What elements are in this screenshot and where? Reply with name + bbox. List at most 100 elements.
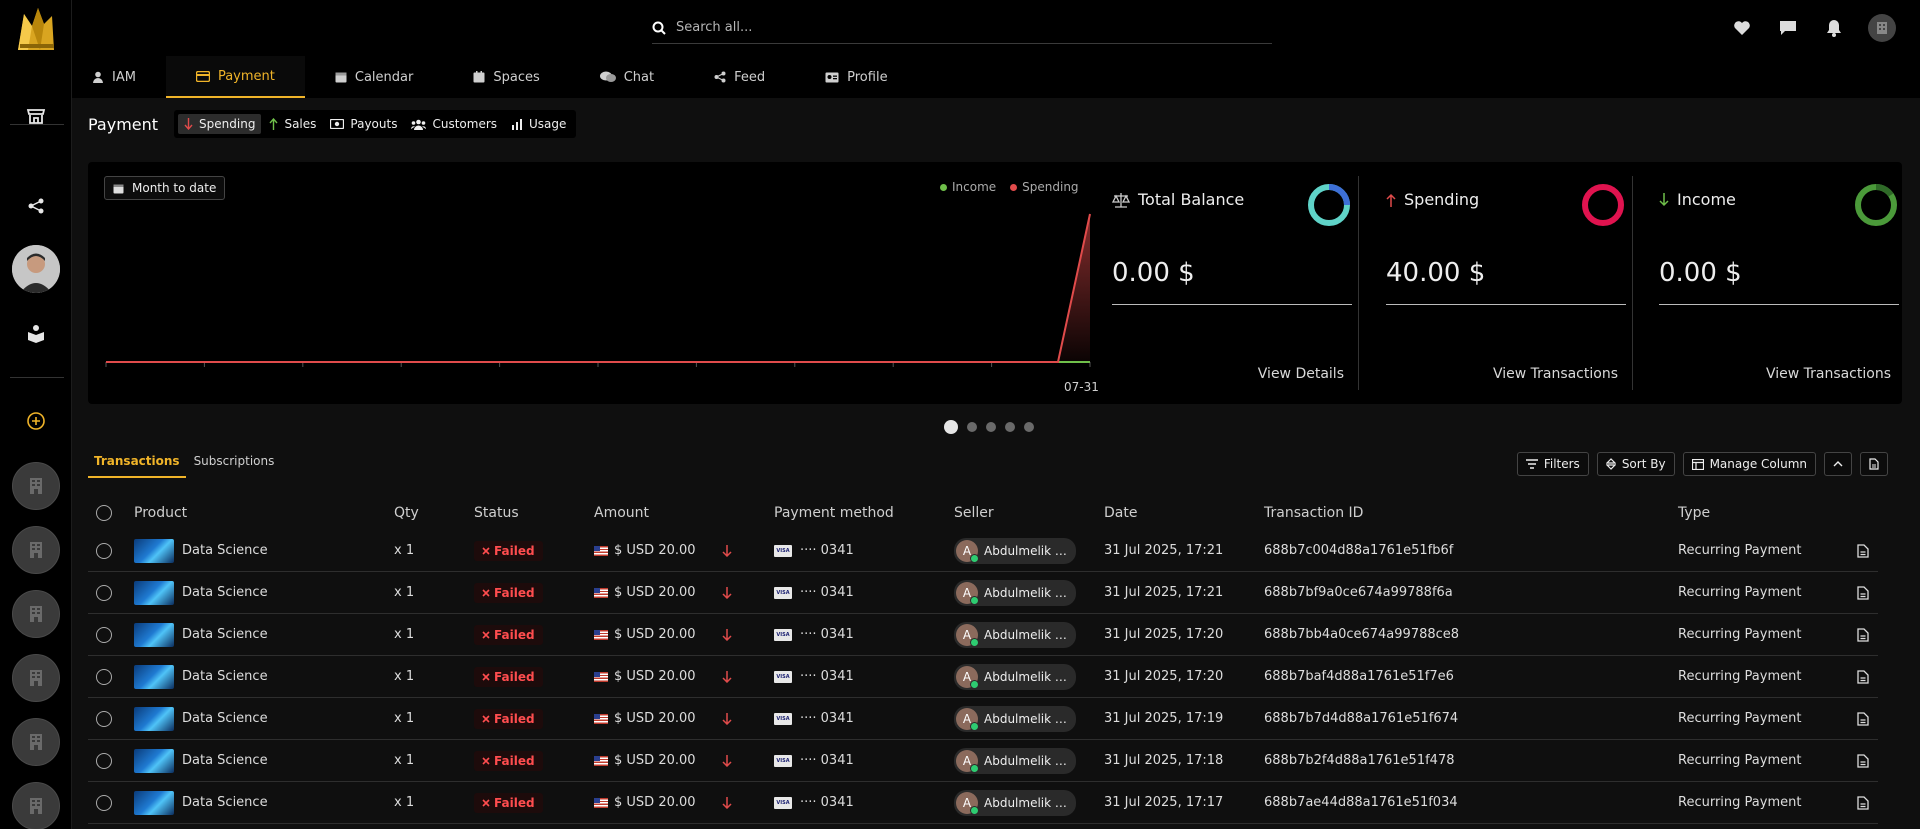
col-payment-method[interactable]: Payment method: [774, 505, 954, 521]
table-row[interactable]: Data Science x 1 Failed $ USD 20.00 VISA…: [88, 530, 1878, 572]
pager-dot[interactable]: [986, 422, 996, 432]
tab-feed[interactable]: Feed: [684, 56, 795, 98]
col-date[interactable]: Date: [1104, 505, 1264, 521]
org-building-icon[interactable]: [12, 462, 60, 510]
seller-chip[interactable]: A Abdulmelik A...: [954, 747, 1076, 774]
heart-icon[interactable]: [1730, 16, 1754, 40]
subtab-spending[interactable]: Spending: [178, 114, 262, 134]
receipt-icon[interactable]: [1857, 543, 1869, 558]
filters-button[interactable]: Filters: [1516, 452, 1589, 476]
select-all-checkbox[interactable]: [96, 505, 112, 521]
tab-spaces[interactable]: Spaces: [443, 56, 569, 98]
transaction-id[interactable]: 688b7c004d88a1761e51fb6f: [1264, 543, 1453, 558]
tab-calendar[interactable]: Calendar: [305, 56, 443, 98]
seller-chip[interactable]: A Abdulmelik A...: [954, 579, 1076, 606]
search-input[interactable]: [676, 20, 1236, 35]
org-building-icon[interactable]: [12, 782, 60, 829]
seller-chip[interactable]: A Abdulmelik A...: [954, 621, 1076, 648]
message-icon[interactable]: [1776, 16, 1800, 40]
subtab-sales[interactable]: Sales: [263, 114, 322, 134]
search-bar[interactable]: [652, 12, 1272, 44]
transaction-id[interactable]: 688b7baf4d88a1761e51f7e6: [1264, 669, 1454, 684]
tab-payment[interactable]: Payment: [165, 56, 305, 98]
table-row[interactable]: Data Science x 1 Failed $ USD 20.00 VISA…: [88, 572, 1878, 614]
pager-dot[interactable]: [1005, 422, 1015, 432]
tab-chat[interactable]: Chat: [570, 56, 684, 98]
table-row[interactable]: Data Science x 1 Failed $ USD 20.00 VISA…: [88, 614, 1878, 656]
product-name[interactable]: Data Science: [182, 795, 268, 810]
col-type[interactable]: Type: [1678, 505, 1848, 521]
tab-subscriptions[interactable]: Subscriptions: [188, 452, 281, 478]
seller-chip[interactable]: A Abdulmelik A...: [954, 663, 1076, 690]
product-name[interactable]: Data Science: [182, 711, 268, 726]
tab-profile[interactable]: Profile: [795, 56, 917, 98]
chart-legend: Income Spending: [940, 180, 1079, 194]
sort-button[interactable]: Sort By: [1596, 452, 1675, 476]
product-name[interactable]: Data Science: [182, 543, 268, 558]
col-product[interactable]: Product: [134, 505, 394, 521]
transaction-id[interactable]: 688b7b2f4d88a1761e51f478: [1264, 753, 1454, 768]
col-status[interactable]: Status: [474, 505, 594, 521]
subtab-payouts[interactable]: Payouts: [324, 114, 403, 134]
receipt-icon[interactable]: [1857, 711, 1869, 726]
date-range-button[interactable]: Month to date: [104, 176, 226, 200]
pager-dot[interactable]: [944, 420, 958, 434]
tab-iam[interactable]: IAM: [72, 56, 166, 98]
user-avatar[interactable]: [12, 245, 60, 293]
col-amount[interactable]: Amount: [594, 505, 774, 521]
subtab-usage[interactable]: Usage: [505, 114, 572, 134]
manage-column-button[interactable]: Manage Column: [1682, 452, 1816, 476]
collapse-button[interactable]: [1824, 452, 1852, 476]
table-row[interactable]: Data Science x 1 Failed $ USD 20.00 VISA…: [88, 698, 1878, 740]
table-row[interactable]: Data Science x 1 Failed $ USD 20.00 VISA…: [88, 740, 1878, 782]
share-icon[interactable]: [16, 186, 56, 226]
transaction-id[interactable]: 688b7ae44d88a1761e51f034: [1264, 795, 1458, 810]
org-avatar[interactable]: [1868, 14, 1896, 42]
table-row[interactable]: Data Science x 1 Failed $ USD 20.00 VISA…: [88, 656, 1878, 698]
tab-transactions[interactable]: Transactions: [88, 452, 186, 478]
product-name[interactable]: Data Science: [182, 669, 268, 684]
row-checkbox[interactable]: [96, 542, 112, 559]
row-checkbox[interactable]: [96, 710, 112, 727]
view-transactions-link[interactable]: View Transactions: [1766, 366, 1891, 382]
store-icon[interactable]: [16, 96, 56, 136]
product-name[interactable]: Data Science: [182, 627, 268, 642]
transaction-id[interactable]: 688b7bb4a0ce674a99788ce8: [1264, 627, 1459, 642]
subtab-customers[interactable]: Customers: [405, 114, 503, 134]
transaction-id[interactable]: 688b7b7d4d88a1761e51f674: [1264, 711, 1458, 726]
receipt-icon[interactable]: [1857, 585, 1869, 600]
col-transaction-id[interactable]: Transaction ID: [1264, 505, 1678, 521]
receipt-icon[interactable]: [1857, 669, 1869, 684]
row-checkbox[interactable]: [96, 668, 112, 685]
product-name[interactable]: Data Science: [182, 585, 268, 600]
product-name[interactable]: Data Science: [182, 753, 268, 768]
row-checkbox[interactable]: [96, 626, 112, 643]
table-row[interactable]: Data Science x 1 Failed $ USD 20.00 VISA…: [88, 782, 1878, 824]
col-qty[interactable]: Qty: [394, 505, 474, 521]
tab-label: Chat: [623, 69, 655, 85]
view-transactions-link[interactable]: View Transactions: [1493, 366, 1618, 382]
seller-chip[interactable]: A Abdulmelik A...: [954, 705, 1076, 732]
seller-chip[interactable]: A Abdulmelik A...: [954, 789, 1076, 816]
row-checkbox[interactable]: [96, 794, 112, 811]
view-details-link[interactable]: View Details: [1258, 366, 1344, 382]
row-checkbox[interactable]: [96, 752, 112, 769]
receipt-icon[interactable]: [1857, 753, 1869, 768]
row-checkbox[interactable]: [96, 584, 112, 601]
org-building-icon[interactable]: [12, 526, 60, 574]
export-button[interactable]: [1860, 452, 1888, 476]
seller-chip[interactable]: A Abdulmelik A...: [954, 537, 1076, 564]
col-seller[interactable]: Seller: [954, 505, 1104, 521]
bell-icon[interactable]: [1822, 16, 1846, 40]
org-building-icon[interactable]: [12, 654, 60, 702]
receipt-icon[interactable]: [1857, 795, 1869, 810]
org-building-icon[interactable]: [12, 590, 60, 638]
receipt-icon[interactable]: [1857, 627, 1869, 642]
transaction-id[interactable]: 688b7bf9a0ce674a99788f6a: [1264, 585, 1453, 600]
pager-dot[interactable]: [967, 422, 977, 432]
org-building-icon[interactable]: [12, 718, 60, 766]
add-circle-icon[interactable]: [16, 401, 56, 441]
pager-dot[interactable]: [1024, 422, 1034, 432]
book-user-icon[interactable]: [16, 313, 56, 353]
app-logo[interactable]: [14, 6, 58, 54]
